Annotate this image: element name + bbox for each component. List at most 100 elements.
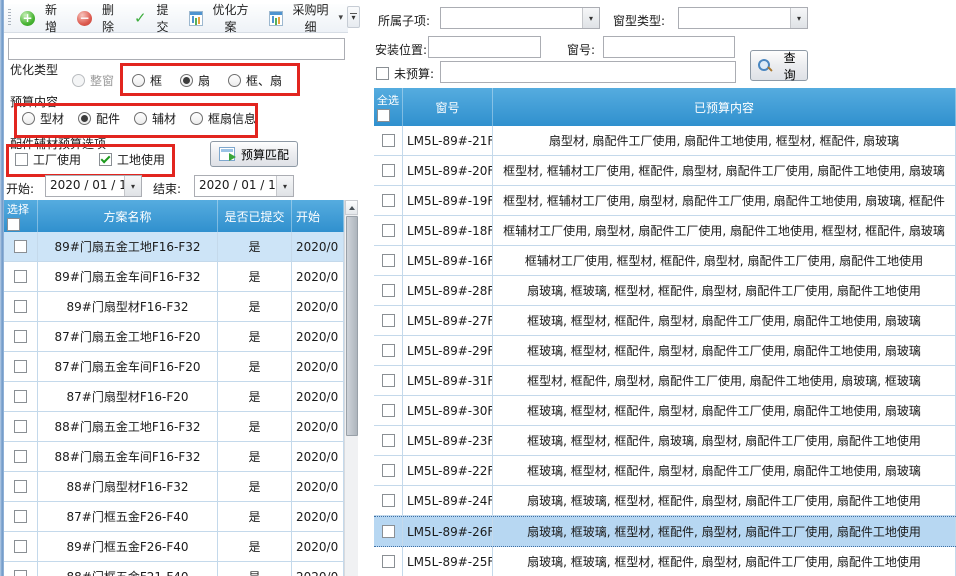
plan-row-checkbox[interactable]: [14, 300, 27, 313]
window-row-checkbox[interactable]: [382, 134, 395, 147]
window-row[interactable]: LM5L-89#-30F28 框玻璃, 框型材, 框配件, 扇型材, 扇配件工厂…: [374, 396, 956, 426]
budget-accessory[interactable]: 配件: [78, 110, 120, 127]
window-row[interactable]: LM5L-89#-28F26 扇玻璃, 框玻璃, 框型材, 框配件, 扇型材, …: [374, 276, 956, 306]
plan-row[interactable]: 89#门扇型材F16-F32 是 2020/0: [4, 292, 344, 322]
scroll-up-button[interactable]: [345, 200, 358, 215]
window-row-checkbox[interactable]: [382, 374, 395, 387]
plan-row[interactable]: 87#门扇五金车间F16-F20 是 2020/0: [4, 352, 344, 382]
plan-submitted-cell: 是: [218, 352, 292, 381]
window-no-cell: LM5L-89#-20F18: [403, 156, 493, 185]
plan-row-checkbox[interactable]: [14, 240, 27, 253]
plan-row[interactable]: 88#门扇五金工地F16-F32 是 2020/0: [4, 412, 344, 442]
window-row[interactable]: LM5L-89#-31F29 框型材, 框配件, 扇型材, 扇配件工厂使用, 扇…: [374, 366, 956, 396]
window-row[interactable]: LM5L-89#-24F22 扇玻璃, 框玻璃, 框型材, 框配件, 扇型材, …: [374, 486, 956, 516]
budget-auxiliary[interactable]: 辅材: [134, 110, 176, 127]
plan-row-checkbox[interactable]: [14, 330, 27, 343]
window-row-checkbox[interactable]: [382, 404, 395, 417]
window-row-checkbox[interactable]: [382, 555, 395, 568]
opt-type-whole-window[interactable]: 整窗: [72, 72, 114, 89]
opt-type-frame-sash[interactable]: 框、扇: [228, 72, 282, 89]
window-row[interactable]: LM5L-89#-16F15 框辅材工厂使用, 框型材, 框配件, 扇型材, 扇…: [374, 246, 956, 276]
plan-row-checkbox[interactable]: [14, 420, 27, 433]
purchase-detail-button[interactable]: 采购明细 ▾: [264, 0, 349, 37]
window-row-checkbox[interactable]: [382, 434, 395, 447]
plan-row-checkbox[interactable]: [14, 510, 27, 523]
optimize-plan-button[interactable]: 优化方案: [184, 0, 260, 37]
window-row[interactable]: LM5L-89#-29F27 框玻璃, 框型材, 框配件, 扇型材, 扇配件工厂…: [374, 336, 956, 366]
window-row-checkbox[interactable]: [382, 314, 395, 327]
plan-table-scrollbar[interactable]: [344, 200, 358, 576]
plan-row-checkbox[interactable]: [14, 540, 27, 553]
window-row-checkbox[interactable]: [382, 494, 395, 507]
window-row-checkbox[interactable]: [382, 164, 395, 177]
site-use-checkbox[interactable]: 工地使用: [99, 151, 165, 168]
budget-profile[interactable]: 型材: [22, 110, 64, 127]
window-row-checkbox[interactable]: [382, 254, 395, 267]
start-date-caret-icon[interactable]: ▾: [124, 176, 141, 196]
window-type-caret-icon[interactable]: ▾: [790, 8, 807, 28]
window-row[interactable]: LM5L-89#-22F20 框玻璃, 框型材, 框配件, 扇型材, 扇配件工厂…: [374, 456, 956, 486]
report-icon: [269, 11, 283, 26]
opt-type-frame[interactable]: 框: [132, 72, 162, 89]
not-budgeted-input[interactable]: [440, 61, 736, 83]
plan-row[interactable]: 87#门扇型材F16-F20 是 2020/0: [4, 382, 344, 412]
scrollbar-thumb[interactable]: [346, 216, 358, 436]
window-row[interactable]: LM5L-89#-20F18 框型材, 框辅材工厂使用, 框配件, 扇型材, 扇…: [374, 156, 956, 186]
plan-row[interactable]: 88#门框五金F21-F40 是 2020/0: [4, 562, 344, 576]
window-row-checkbox[interactable]: [382, 344, 395, 357]
window-row[interactable]: LM5L-89#-18F16 框辅材工厂使用, 扇型材, 扇配件工厂使用, 扇配…: [374, 216, 956, 246]
window-row[interactable]: LM5L-89#-19F17 框型材, 框辅材工厂使用, 扇型材, 扇配件工厂使…: [374, 186, 956, 216]
window-row-checkbox[interactable]: [382, 284, 395, 297]
window-row-checkbox[interactable]: [382, 224, 395, 237]
window-row[interactable]: LM5L-89#-21F19 扇型材, 扇配件工厂使用, 扇配件工地使用, 框型…: [374, 126, 956, 156]
window-row-checkbox[interactable]: [382, 525, 395, 538]
end-date-picker[interactable]: 2020 / 01 / 13 ▾: [194, 175, 294, 197]
plan-row[interactable]: 89#门扇五金工地F16-F32 是 2020/0: [4, 232, 344, 262]
plan-row-checkbox[interactable]: [14, 390, 27, 403]
plan-row-checkbox[interactable]: [14, 450, 27, 463]
toolbar-grip[interactable]: [8, 9, 11, 27]
delete-button[interactable]: − 删除: [72, 0, 125, 37]
factory-use-checkbox[interactable]: 工厂使用: [15, 151, 81, 168]
window-type-select[interactable]: ▾: [678, 7, 808, 29]
end-date-caret-icon[interactable]: ▾: [276, 176, 293, 196]
plan-start-cell: 2020/0: [292, 232, 344, 261]
not-budgeted-checkbox[interactable]: 未预算:: [376, 65, 434, 82]
window-row-select-cell: [374, 366, 403, 395]
window-row-checkbox[interactable]: [382, 464, 395, 477]
window-row[interactable]: LM5L-89#-23F21 框玻璃, 框型材, 框配件, 扇玻璃, 扇型材, …: [374, 426, 956, 456]
plan-row[interactable]: 89#门框五金F26-F40 是 2020/0: [4, 532, 344, 562]
budget-frame-sash-info[interactable]: 框扇信息: [190, 110, 256, 127]
submit-button[interactable]: ✓ 提交: [129, 0, 180, 37]
add-button[interactable]: + 新增: [15, 0, 68, 37]
plan-select-all-checkbox[interactable]: [7, 218, 20, 231]
query-button[interactable]: 查询: [750, 50, 808, 81]
plan-row[interactable]: 89#门扇五金车间F16-F32 是 2020/0: [4, 262, 344, 292]
window-row[interactable]: LM5L-89#-26F24 扇玻璃, 框玻璃, 框型材, 框配件, 扇型材, …: [374, 516, 956, 547]
plan-row-checkbox[interactable]: [14, 270, 27, 283]
opt-type-sash[interactable]: 扇: [180, 72, 210, 89]
plan-row[interactable]: 87#门扇五金工地F16-F20 是 2020/0: [4, 322, 344, 352]
plan-row[interactable]: 87#门框五金F26-F40 是 2020/0: [4, 502, 344, 532]
window-row[interactable]: LM5L-89#-25F23 扇玻璃, 框玻璃, 框型材, 框配件, 扇型材, …: [374, 547, 956, 576]
window-row-checkbox[interactable]: [382, 194, 395, 207]
sub-item-caret-icon[interactable]: ▾: [582, 8, 599, 28]
sub-item-select[interactable]: ▾: [440, 7, 600, 29]
window-row-select-cell: [374, 306, 403, 335]
window-row[interactable]: LM5L-89#-27F25 框玻璃, 框型材, 框配件, 扇型材, 扇配件工厂…: [374, 306, 956, 336]
plan-row-checkbox[interactable]: [14, 360, 27, 373]
toolbar-overflow-button[interactable]: ▾: [347, 6, 360, 28]
install-pos-input[interactable]: [428, 36, 541, 58]
plan-row[interactable]: 88#门扇型材F16-F32 是 2020/0: [4, 472, 344, 502]
plan-row-checkbox[interactable]: [14, 570, 27, 576]
plan-filter-input[interactable]: [8, 38, 345, 60]
start-date-picker[interactable]: 2020 / 01 / 1 ▾: [45, 175, 142, 197]
plan-start-cell: 2020/0: [292, 262, 344, 291]
plan-submitted-cell: 是: [218, 322, 292, 351]
plan-row[interactable]: 88#门扇五金车间F16-F32 是 2020/0: [4, 442, 344, 472]
budget-match-button[interactable]: 预算匹配: [210, 141, 298, 167]
select-all-checkbox[interactable]: [377, 109, 390, 122]
plan-row-checkbox[interactable]: [14, 480, 27, 493]
window-no-input[interactable]: [603, 36, 735, 58]
submit-button-label: 提交: [151, 1, 175, 35]
